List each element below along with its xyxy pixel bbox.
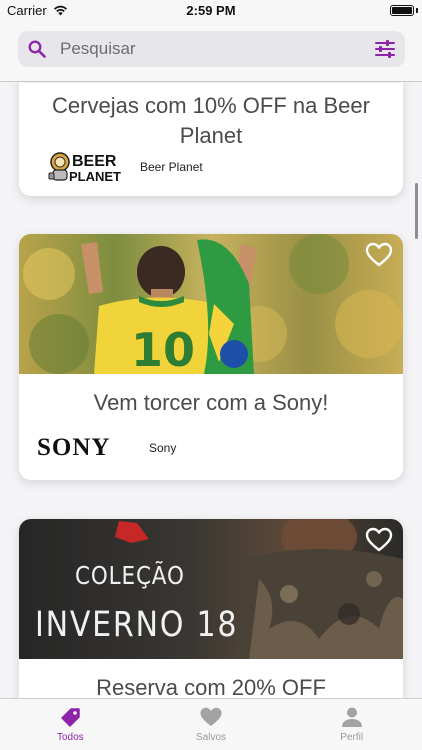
clock: 2:59 PM <box>186 3 236 18</box>
tab-salvos[interactable]: Salvos <box>141 699 282 750</box>
offer-title: Reserva com 20% OFF <box>96 675 326 698</box>
soccer-fan-photo: 10 <box>19 234 403 374</box>
tab-label: Todos <box>56 732 84 743</box>
status-bar: Carrier 2:59 PM <box>0 0 422 22</box>
search-icon <box>28 40 46 58</box>
heart-icon <box>200 707 222 726</box>
brand-row: SONY Sony <box>37 428 176 468</box>
offer-card-sony[interactable]: 10 Vem torcer com a Sony! SONY Sony <box>19 234 403 480</box>
search-bar[interactable] <box>18 31 405 67</box>
offer-image: 10 <box>19 234 403 374</box>
offer-image: COLEÇÃO INVERNO 18 <box>19 519 403 659</box>
brand-row: BEER PLANET Beer Planet <box>46 147 203 187</box>
battery-icon <box>390 5 414 16</box>
heart-outline-icon[interactable] <box>365 242 393 268</box>
brand-name: Sony <box>149 441 177 455</box>
svg-text:PLANET: PLANET <box>69 169 121 184</box>
sony-logo: SONY <box>37 434 111 461</box>
offers-feed[interactable]: Cervejas com 10% OFF na Beer Planet BEER… <box>0 83 422 698</box>
search-input[interactable] <box>60 31 360 67</box>
svg-text:BEER: BEER <box>72 153 117 170</box>
filter-icon[interactable] <box>374 39 396 59</box>
beer-planet-logo: BEER PLANET <box>48 152 121 184</box>
image-headline-line1: COLEÇÃO <box>75 561 185 590</box>
tab-label: Salvos <box>196 732 227 743</box>
battery-tip <box>416 8 418 13</box>
offer-card-beer-planet[interactable]: Cervejas com 10% OFF na Beer Planet BEER… <box>19 83 403 196</box>
tab-todos[interactable]: Todos <box>0 699 141 750</box>
scroll-indicator[interactable] <box>415 183 418 239</box>
heart-outline-icon[interactable] <box>365 527 393 553</box>
person-icon <box>341 707 362 727</box>
image-headline-line2: INVERNO 18 <box>35 605 239 645</box>
tab-bar: Todos Salvos Perfil <box>0 698 422 750</box>
tab-perfil[interactable]: Perfil <box>281 699 422 750</box>
brand-name: Beer Planet <box>140 160 203 174</box>
tab-label: Perfil <box>340 732 364 743</box>
offer-title: Vem torcer com a Sony! <box>93 390 329 415</box>
tag-icon <box>61 708 81 727</box>
offer-title: Cervejas com 10% OFF na Beer Planet <box>52 93 370 148</box>
jersey-number: 10 <box>131 323 195 374</box>
search-header <box>0 22 422 82</box>
offer-card-reserva[interactable]: COLEÇÃO INVERNO 18 Reserva com 20% OFF <box>19 519 403 698</box>
